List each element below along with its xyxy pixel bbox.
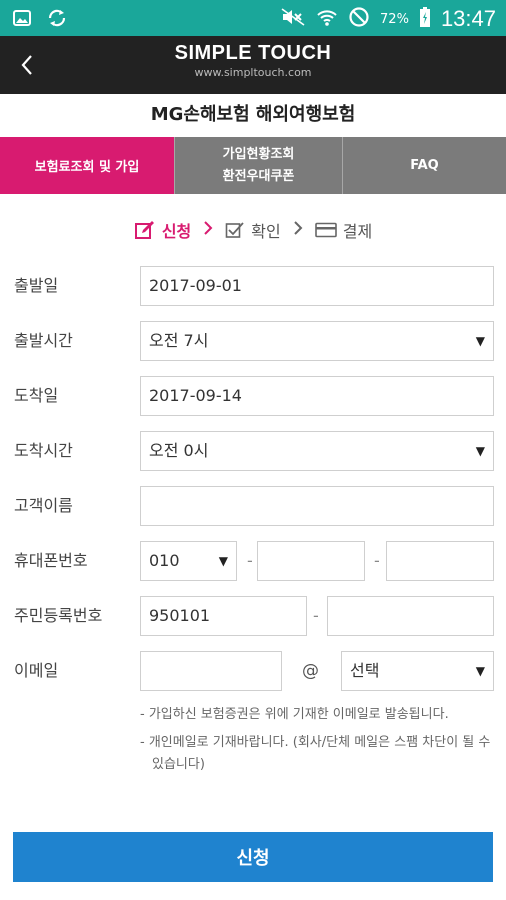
step-indicator: 신청 확인 결제 (0, 214, 506, 246)
chevron-right-icon (293, 220, 303, 241)
tab-label-line2: 환전우대쿠폰 (222, 168, 295, 184)
tab-quote-and-join[interactable]: 보험료조회 및 가입 (0, 137, 174, 194)
clock: 13:47 (440, 6, 496, 31)
dropdown-arrow-icon: ▼ (475, 444, 485, 458)
tab-label-line1: 가입현황조회 (222, 146, 295, 162)
battery-percent: 72% (380, 11, 409, 27)
departure-time-select[interactable]: 오전 7시 ▼ (140, 321, 494, 361)
field-label: 이메일 (14, 661, 59, 680)
row-customer-name: 고객이름 (14, 486, 494, 526)
separator: - (247, 551, 253, 570)
field-value: 오전 7시 (149, 331, 209, 350)
resident-number-back-input[interactable] (327, 596, 494, 636)
field-label: 도착시간 (14, 441, 73, 460)
arrival-date-input[interactable]: 2017-09-14 (140, 376, 494, 416)
step-label: 결제 (342, 222, 373, 241)
at-sign: @ (302, 661, 319, 681)
field-value: 선택 (350, 661, 380, 680)
step-label: 확인 (251, 222, 281, 241)
step-payment: 결제 (314, 218, 373, 242)
note-item: - 가입하신 보험증권은 위에 기재한 이메일로 발송됩니다. (140, 707, 449, 722)
dropdown-arrow-icon: ▼ (475, 334, 485, 348)
dropdown-arrow-icon: ▼ (475, 664, 485, 678)
tab-label: 보험료조회 및 가입 (34, 160, 140, 175)
email-local-input[interactable] (140, 651, 282, 691)
row-arrival-date: 도착일 2017-09-14 (14, 376, 494, 416)
tab-bar: 보험료조회 및 가입 가입현황조회 환전우대쿠폰 FAQ (0, 137, 506, 194)
email-domain-select[interactable]: 선택 ▼ (341, 651, 494, 691)
customer-name-input[interactable] (140, 486, 494, 526)
resident-number-front-input[interactable]: 950101 (140, 596, 307, 636)
dropdown-arrow-icon: ▼ (218, 554, 228, 568)
apply-button-label: 신청 (236, 848, 270, 869)
apply-button[interactable]: 신청 (13, 832, 493, 882)
wifi-icon (316, 7, 338, 31)
field-label: 출발일 (14, 276, 59, 295)
brand-url: www.simpltouch.com (194, 66, 312, 79)
step-apply: 신청 (134, 218, 191, 242)
field-value: 오전 0시 (149, 441, 209, 460)
card-icon (314, 222, 337, 238)
edit-icon (134, 221, 154, 239)
field-label: 고객이름 (14, 496, 73, 515)
note-item: - 개인메일로 기재바랍니다. (회사/단체 메일은 스팸 차단이 될 수 있습… (140, 735, 491, 772)
field-label: 휴대폰번호 (14, 551, 88, 570)
separator: - (374, 551, 380, 570)
status-bar-left (12, 8, 68, 32)
page-title: MG손해보험 해외여행보험 (150, 104, 356, 125)
chevron-right-icon (203, 220, 213, 241)
field-value: 2017-09-01 (149, 276, 242, 295)
row-departure-time: 출발시간 오전 7시 ▼ (14, 321, 494, 361)
step-label: 신청 (161, 222, 192, 241)
brand-name: SIMPLE TOUCH (174, 42, 332, 64)
status-bar: 72% 13:47 (0, 0, 506, 36)
tab-faq[interactable]: FAQ (342, 137, 506, 194)
field-label: 주민등록번호 (14, 606, 103, 625)
row-arrival-time: 도착시간 오전 0시 ▼ (14, 431, 494, 471)
row-email: 이메일 @ 선택 ▼ (14, 651, 494, 691)
step-confirm: 확인 (225, 218, 281, 242)
separator: - (313, 606, 319, 625)
sync-icon (46, 8, 68, 32)
row-departure-date: 출발일 2017-09-01 (14, 266, 494, 306)
field-value: 2017-09-14 (149, 386, 242, 405)
field-label: 출발시간 (14, 331, 73, 350)
phone-last-input[interactable] (386, 541, 494, 581)
mute-icon (280, 7, 306, 31)
field-value: 950101 (149, 606, 211, 625)
tab-label: FAQ (410, 158, 439, 173)
do-not-disturb-icon (348, 6, 370, 32)
phone-middle-input[interactable] (257, 541, 365, 581)
tab-status-and-coupon[interactable]: 가입현황조회 환전우대쿠폰 (174, 137, 342, 194)
brand-logo: SIMPLE TOUCH www.simpltouch.com (0, 42, 506, 79)
field-value: 010 (149, 551, 180, 570)
checkbox-icon (225, 222, 244, 238)
departure-date-input[interactable]: 2017-09-01 (140, 266, 494, 306)
arrival-time-select[interactable]: 오전 0시 ▼ (140, 431, 494, 471)
battery-icon (419, 6, 431, 32)
field-label: 도착일 (14, 386, 59, 405)
gallery-icon (12, 8, 32, 32)
app-header: SIMPLE TOUCH www.simpltouch.com (0, 36, 506, 94)
phone-prefix-select[interactable]: 010 ▼ (140, 541, 237, 581)
row-resident-number: 주민등록번호 950101 - (14, 596, 494, 636)
status-bar-right: 72% 13:47 (280, 6, 496, 32)
email-notes: - 가입하신 보험증권은 위에 기재한 이메일로 발송됩니다. - 개인메일로 … (140, 704, 496, 782)
row-phone: 휴대폰번호 010 ▼ - - (14, 541, 494, 581)
